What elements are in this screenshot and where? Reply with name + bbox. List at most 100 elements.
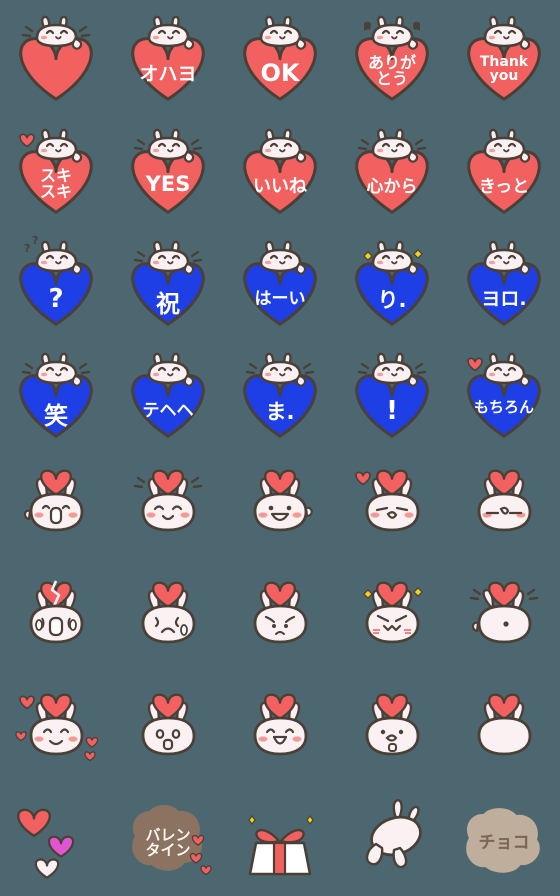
emoji-artwork bbox=[19, 352, 93, 438]
emoji-artwork bbox=[131, 15, 205, 101]
emoji-gift-box[interactable] bbox=[224, 782, 336, 894]
emoji-face-sad-tear[interactable] bbox=[112, 562, 224, 674]
emoji-ma[interactable]: ま. bbox=[224, 336, 336, 448]
emoji-face-surprised[interactable] bbox=[112, 674, 224, 786]
emoji-art-wrapper bbox=[6, 680, 106, 780]
question-accent: ?? bbox=[24, 234, 38, 255]
emoji-face-open-smile[interactable] bbox=[0, 450, 112, 562]
emoji-art-wrapper: 祝 bbox=[118, 230, 218, 330]
emoji-question[interactable]: ??? bbox=[0, 224, 112, 336]
emoji-face-blank[interactable] bbox=[448, 674, 560, 786]
emoji-art-wrapper: はーい bbox=[230, 230, 330, 330]
emoji-art-wrapper: YES bbox=[118, 118, 218, 218]
emoji-artwork bbox=[133, 469, 203, 532]
emoji-face-flat-kiss[interactable] bbox=[448, 450, 560, 562]
emoji-art-wrapper bbox=[6, 568, 106, 668]
emoji-iwai[interactable]: 祝 bbox=[112, 224, 224, 336]
emoji-artwork bbox=[355, 469, 420, 532]
emoji-kitto[interactable]: きっと bbox=[448, 112, 560, 224]
emoji-art-wrapper: 心から bbox=[342, 118, 442, 218]
heart-pink bbox=[47, 835, 75, 858]
emoji-three-hearts[interactable] bbox=[0, 782, 112, 894]
emoji-face-laughing[interactable] bbox=[224, 674, 336, 786]
heart-red bbox=[17, 808, 51, 837]
emoji-kokoro-kara[interactable]: 心から bbox=[336, 112, 448, 224]
emoji-artwork bbox=[355, 352, 429, 438]
emoji-heart-plain[interactable] bbox=[0, 0, 112, 111]
emoji-art-wrapper bbox=[230, 680, 330, 780]
emoji-face-angry[interactable] bbox=[336, 562, 448, 674]
emoji-art-wrapper bbox=[342, 456, 442, 556]
emoji-tehehe[interactable]: テヘヘ bbox=[112, 336, 224, 448]
emoji-face-blushing[interactable] bbox=[0, 674, 112, 786]
emoji-haai[interactable]: はーい bbox=[224, 224, 336, 336]
emoji-artwork bbox=[23, 469, 84, 532]
emoji-choco[interactable]: チョコ bbox=[448, 782, 560, 894]
emoji-ohayo[interactable]: オハヨ bbox=[112, 0, 224, 111]
emoji-ok[interactable]: OK bbox=[224, 0, 336, 111]
head-shape bbox=[29, 716, 84, 756]
emoji-art-wrapper: ま. bbox=[230, 342, 330, 442]
heart-white bbox=[34, 858, 60, 879]
emoji-art-wrapper bbox=[342, 788, 442, 888]
emoji-iine[interactable]: いいね bbox=[224, 112, 336, 224]
emoji-artwork bbox=[467, 240, 541, 326]
emoji-art-wrapper bbox=[454, 680, 554, 780]
emoji-rabbit-bowing[interactable] bbox=[336, 782, 448, 894]
emoji-art-wrapper bbox=[342, 568, 442, 668]
emoji-warai[interactable]: 笑 bbox=[0, 336, 112, 448]
head-shape bbox=[141, 604, 196, 644]
emoji-art-wrapper bbox=[6, 788, 106, 888]
emoji-artwork bbox=[363, 581, 423, 644]
emoji-grid: オハヨ OK ありが とう Thank you スキ スキ YES いいね 心から きっと??? 祝はー… bbox=[0, 0, 560, 896]
emoji-face-worried[interactable] bbox=[224, 562, 336, 674]
svg-text:?: ? bbox=[24, 242, 30, 255]
emoji-arigatou[interactable]: ありが とう bbox=[336, 0, 448, 111]
emoji-yes[interactable]: YES bbox=[112, 112, 224, 224]
emoji-suki-suki[interactable]: スキ スキ bbox=[0, 112, 112, 224]
emoji-artwork bbox=[466, 808, 540, 873]
emoji-art-wrapper bbox=[454, 568, 554, 668]
emoji-art-wrapper bbox=[118, 568, 218, 668]
emoji-artwork bbox=[243, 128, 317, 214]
emoji-art-wrapper bbox=[230, 568, 330, 668]
emoji-ri[interactable]: り. bbox=[336, 224, 448, 336]
emoji-artwork bbox=[19, 128, 93, 214]
emoji-face-turned-away[interactable] bbox=[448, 562, 560, 674]
small-hearts-accent bbox=[189, 834, 212, 876]
emoji-face-kiss[interactable] bbox=[336, 450, 448, 562]
emoji-face-crying[interactable] bbox=[0, 562, 112, 674]
emoji-face-happy[interactable] bbox=[112, 450, 224, 562]
emoji-artwork bbox=[19, 15, 93, 101]
emoji-art-wrapper: 笑 bbox=[6, 342, 106, 442]
head-shape bbox=[253, 604, 308, 644]
emoji-art-wrapper: バレン タイン bbox=[118, 788, 218, 888]
emoji-artwork bbox=[355, 240, 429, 326]
emoji-yoro[interactable]: ヨロ. bbox=[448, 224, 560, 336]
emoji-artwork bbox=[253, 693, 308, 756]
head-shape bbox=[365, 604, 420, 644]
emoji-artwork bbox=[248, 815, 314, 876]
emoji-exclamation[interactable]: ! bbox=[336, 336, 448, 448]
emoji-face-big-grin[interactable] bbox=[224, 450, 336, 562]
emoji-art-wrapper: ヨロ. bbox=[454, 230, 554, 330]
emoji-art-wrapper: チョコ bbox=[454, 788, 554, 888]
emoji-artwork bbox=[132, 805, 212, 876]
emoji-artwork bbox=[467, 352, 541, 438]
emoji-art-wrapper bbox=[118, 680, 218, 780]
gift-bow-right bbox=[279, 828, 305, 844]
head-shape bbox=[477, 716, 532, 756]
emoji-artwork bbox=[365, 693, 420, 756]
emoji-artwork bbox=[29, 580, 84, 644]
emoji-art-wrapper: もちろん bbox=[454, 342, 554, 442]
emoji-mochiron[interactable]: もちろん bbox=[448, 336, 560, 448]
emoji-thank-you[interactable]: Thank you bbox=[448, 0, 560, 111]
emoji-valentine[interactable]: バレン タイン bbox=[112, 782, 224, 894]
emoji-artwork bbox=[141, 693, 196, 756]
emoji-face-shocked[interactable] bbox=[336, 674, 448, 786]
emoji-art-wrapper bbox=[454, 456, 554, 556]
emoji-art-wrapper: り. bbox=[342, 230, 442, 330]
emoji-artwork bbox=[467, 15, 541, 101]
emoji-art-wrapper: オハヨ bbox=[118, 5, 218, 105]
emoji-artwork bbox=[131, 240, 205, 326]
